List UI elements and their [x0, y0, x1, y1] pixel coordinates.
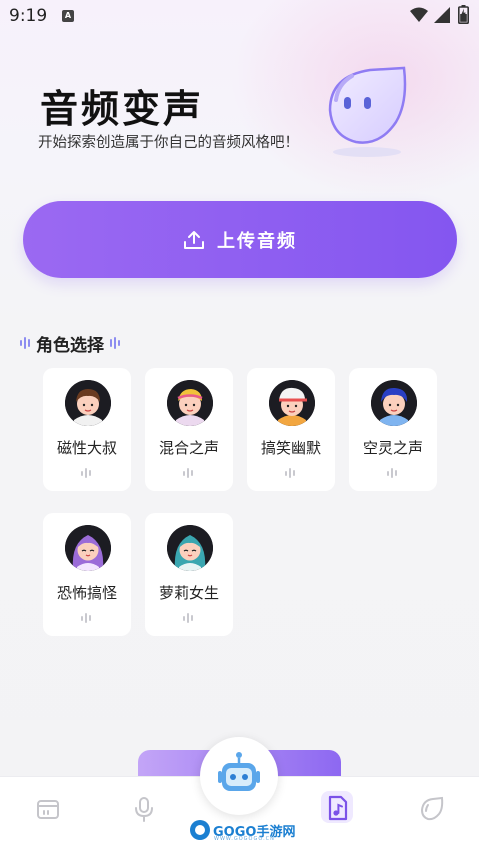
status-bar: 9:19 A	[0, 0, 479, 32]
battery-icon	[458, 5, 469, 24]
audio-wave-icon	[387, 468, 397, 478]
gogo-logo-icon	[190, 820, 210, 840]
status-time: 9:19	[9, 6, 48, 26]
leaf-icon	[420, 796, 444, 821]
audio-wave-icon	[183, 468, 193, 478]
section-title-roles: 角色选择	[20, 331, 120, 356]
role-name: 空灵之声	[362, 439, 423, 457]
role-card-uncle[interactable]: 磁性大叔	[43, 368, 131, 491]
nav-item-microphone[interactable]	[130, 795, 158, 823]
calendar-icon	[37, 800, 59, 819]
page-subtitle: 开始探索创造属于你自己的音频风格吧！	[38, 135, 299, 151]
upload-icon	[184, 230, 204, 249]
music-file-icon	[328, 795, 348, 821]
loli-girl-avatar-icon	[167, 525, 213, 571]
upload-audio-label: 上传音频	[217, 230, 297, 252]
watermark-logo: GOGO手游网 WWW.GOGOGO.CN	[190, 819, 295, 842]
role-name: 搞笑幽默	[260, 439, 321, 457]
role-name: 恐怖搞怪	[56, 584, 117, 602]
page-title: 音频变声	[40, 87, 205, 131]
role-card-ethereal-voice[interactable]: 空灵之声	[349, 368, 437, 491]
sound-wave-icon	[20, 337, 30, 349]
audio-wave-icon	[81, 468, 91, 478]
robot-icon	[218, 752, 260, 791]
robot-home-button[interactable]	[200, 737, 278, 815]
role-card-mixed-voice[interactable]: 混合之声	[145, 368, 233, 491]
funny-avatar-icon	[269, 380, 315, 426]
audio-wave-icon	[285, 468, 295, 478]
watermark-subtext: WWW.GOGOGO.CN	[214, 836, 275, 842]
sound-wave-icon	[110, 337, 120, 349]
notification-icon: A	[62, 10, 74, 22]
role-card-horror[interactable]: 恐怖搞怪	[43, 513, 131, 636]
mixed-voice-avatar-icon	[167, 380, 213, 426]
section-title-label: 角色选择	[36, 335, 104, 356]
role-card-loli-girl[interactable]: 萝莉女生	[145, 513, 233, 636]
uncle-avatar-icon	[65, 380, 111, 426]
ethereal-voice-avatar-icon	[371, 380, 417, 426]
role-card-funny[interactable]: 搞笑幽默	[247, 368, 335, 491]
cellular-icon	[434, 7, 450, 23]
mascot-leaf-icon	[328, 66, 407, 157]
microphone-icon	[135, 797, 153, 822]
wifi-icon	[410, 7, 428, 22]
horror-avatar-icon	[65, 525, 111, 571]
nav-item-music-file[interactable]	[321, 791, 355, 823]
audio-wave-icon	[81, 613, 91, 623]
role-name: 萝莉女生	[158, 584, 219, 602]
role-name: 磁性大叔	[56, 439, 117, 457]
nav-item-calendar[interactable]	[34, 795, 62, 823]
nav-item-leaf[interactable]	[418, 795, 446, 823]
role-name: 混合之声	[158, 439, 219, 457]
upload-audio-button[interactable]: 上传音频	[23, 201, 457, 278]
audio-wave-icon	[183, 613, 193, 623]
